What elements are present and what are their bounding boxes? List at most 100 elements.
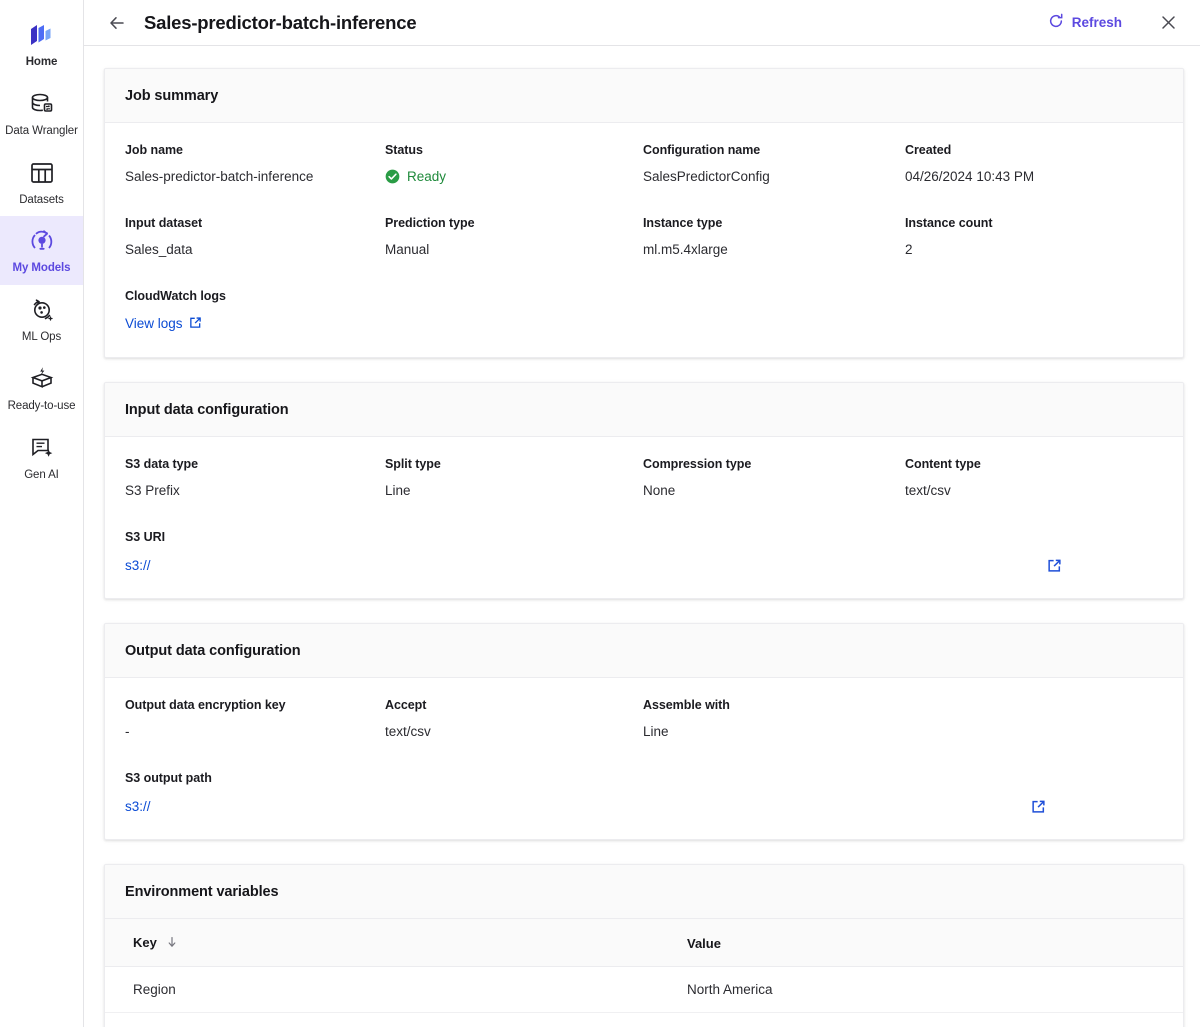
input-data-configuration-body: S3 data type S3 Prefix Split type Line C…: [105, 437, 1183, 598]
input-data-configuration-card: Input data configuration S3 data type S3…: [104, 382, 1184, 599]
field-created: Created 04/26/2024 10:43 PM: [905, 143, 1163, 184]
column-header-value[interactable]: Value: [663, 919, 1183, 967]
field-assemble-with: Assemble with Line: [643, 698, 905, 739]
field-label: Input dataset: [125, 216, 385, 230]
input-config-grid-row-1: S3 data type S3 Prefix Split type Line C…: [125, 457, 1163, 498]
model-bulb-icon: [27, 226, 57, 256]
layers-home-icon: [27, 20, 57, 50]
status-badge: Ready: [385, 169, 643, 184]
field-value: Sales-predictor-batch-inference: [125, 169, 385, 184]
field-content-type: Content type text/csv: [905, 457, 1163, 498]
sidebar-item-label: Ready-to-use: [8, 400, 76, 414]
environment-variables-header: Environment variables: [105, 865, 1183, 919]
field-instance-count: Instance count 2: [905, 216, 1163, 257]
field-input-dataset: Input dataset Sales_data: [125, 216, 385, 257]
database-transform-icon: [27, 89, 57, 119]
view-logs-link[interactable]: View logs: [125, 316, 202, 332]
status-text: Ready: [407, 169, 446, 184]
table-row: Region North America: [105, 967, 1183, 1013]
cell-key: Team: [105, 1013, 663, 1027]
cell-key: Region: [105, 967, 663, 1013]
field-configuration-name: Configuration name SalesPredictorConfig: [643, 143, 905, 184]
job-summary-card: Job summary Job name Sales-predictor-bat…: [104, 68, 1184, 358]
app-root: Home Data Wrangler: [0, 0, 1200, 1027]
s3-output-path-link[interactable]: s3://: [125, 799, 151, 814]
field-label: Configuration name: [643, 143, 905, 157]
field-label: Instance type: [643, 216, 905, 230]
field-label: Job name: [125, 143, 385, 157]
close-icon[interactable]: [1154, 9, 1182, 37]
field-status: Status Ready: [385, 143, 643, 184]
field-output-data-encryption-key: Output data encryption key -: [125, 698, 385, 739]
job-summary-header: Job summary: [105, 69, 1183, 123]
column-header-key[interactable]: Key: [105, 919, 663, 967]
sidebar-item-label: ML Ops: [22, 331, 61, 345]
content-scroll: Job summary Job name Sales-predictor-bat…: [84, 46, 1200, 1027]
sidebar-item-label: Gen AI: [24, 469, 59, 483]
sidebar-item-ml-ops[interactable]: ML Ops: [0, 285, 83, 354]
field-label: CloudWatch logs: [125, 289, 385, 303]
field-label: Split type: [385, 457, 643, 471]
table-grid-icon: [27, 158, 57, 188]
sidebar-item-my-models[interactable]: My Models: [0, 216, 83, 285]
field-label: S3 data type: [125, 457, 385, 471]
field-split-type: Split type Line: [385, 457, 643, 498]
input-data-configuration-header: Input data configuration: [105, 383, 1183, 437]
field-value: Manual: [385, 242, 643, 257]
sidebar-item-label: My Models: [13, 262, 71, 276]
section-title: Environment variables: [125, 884, 1163, 900]
field-value: SalesPredictorConfig: [643, 169, 905, 184]
spacer: [125, 257, 1163, 289]
external-link-icon: [189, 316, 202, 332]
field-prediction-type: Prediction type Manual: [385, 216, 643, 257]
s3-uri-link[interactable]: s3://: [125, 558, 151, 573]
field-label: Accept: [385, 698, 643, 712]
field-value: Sales_data: [125, 242, 385, 257]
s3-uri-row: s3://: [125, 556, 1163, 574]
arrow-left-icon[interactable]: [104, 10, 130, 36]
sidebar: Home Data Wrangler: [0, 0, 84, 1027]
refresh-icon: [1048, 13, 1064, 32]
spacer: [125, 184, 1163, 216]
check-circle-icon: [385, 169, 400, 184]
field-label: Prediction type: [385, 216, 643, 230]
output-data-configuration-body: Output data encryption key - Accept text…: [105, 678, 1183, 839]
column-header-value-label: Value: [687, 936, 721, 951]
refresh-button[interactable]: Refresh: [1042, 9, 1128, 36]
job-summary-grid-row-2: Input dataset Sales_data Prediction type…: [125, 216, 1163, 257]
sidebar-item-gen-ai[interactable]: Gen AI: [0, 423, 83, 492]
topbar: Sales-predictor-batch-inference Refresh: [84, 0, 1200, 46]
field-label: Status: [385, 143, 643, 157]
field-label: Compression type: [643, 457, 905, 471]
output-data-configuration-card: Output data configuration Output data en…: [104, 623, 1184, 840]
section-title: Input data configuration: [125, 402, 1163, 418]
table-header-row: Key Value: [105, 919, 1183, 967]
s3-output-path-row: s3://: [125, 797, 1163, 815]
chat-sparkle-icon: [27, 433, 57, 463]
sidebar-item-ready-to-use[interactable]: Ready-to-use: [0, 354, 83, 423]
sidebar-item-datasets[interactable]: Datasets: [0, 148, 83, 217]
field-job-name: Job name Sales-predictor-batch-inference: [125, 143, 385, 184]
open-s3-uri-external-icon[interactable]: [1045, 556, 1063, 574]
page-title: Sales-predictor-batch-inference: [144, 12, 416, 34]
spacer: [125, 739, 1163, 771]
job-summary-body: Job name Sales-predictor-batch-inference…: [105, 123, 1183, 357]
table-row: Team Sales: [105, 1013, 1183, 1027]
field-value: S3 Prefix: [125, 483, 385, 498]
job-summary-grid-row-1: Job name Sales-predictor-batch-inference…: [125, 143, 1163, 184]
box-bolt-icon: [27, 364, 57, 394]
sidebar-item-home[interactable]: Home: [0, 10, 83, 79]
field-compression-type: Compression type None: [643, 457, 905, 498]
field-value: Line: [385, 483, 643, 498]
output-data-configuration-header: Output data configuration: [105, 624, 1183, 678]
open-s3-output-path-external-icon[interactable]: [1029, 797, 1047, 815]
sidebar-item-data-wrangler[interactable]: Data Wrangler: [0, 79, 83, 148]
field-s3-output-path: S3 output path s3://: [125, 771, 1163, 815]
main-panel: Sales-predictor-batch-inference Refresh: [84, 0, 1200, 1027]
field-value: 2: [905, 242, 1163, 257]
field-value: Line: [643, 724, 905, 739]
sidebar-item-label: Home: [26, 56, 58, 70]
field-value: ml.m5.4xlarge: [643, 242, 905, 257]
field-instance-type: Instance type ml.m5.4xlarge: [643, 216, 905, 257]
field-value: 04/26/2024 10:43 PM: [905, 169, 1163, 184]
